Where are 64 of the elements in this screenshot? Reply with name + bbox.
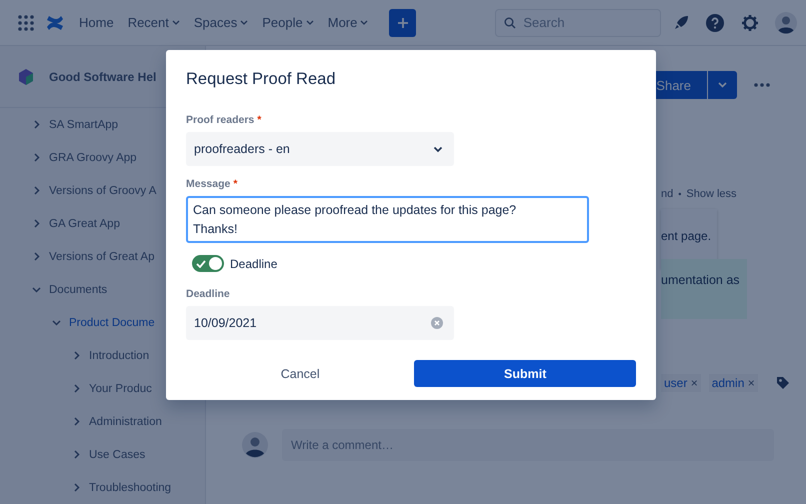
space-logo-icon xyxy=(18,68,34,86)
search-icon xyxy=(504,16,516,28)
submit-button[interactable]: Submit xyxy=(414,360,636,387)
sidebar-item[interactable]: Administration xyxy=(0,405,205,438)
user-avatar[interactable] xyxy=(775,12,798,34)
sidebar-item[interactable]: Troubleshooting xyxy=(0,471,205,504)
more-icon[interactable] xyxy=(754,83,770,87)
chevron-right-icon[interactable] xyxy=(32,252,41,261)
settings-icon[interactable] xyxy=(741,14,760,32)
chevron-right-icon[interactable] xyxy=(32,186,41,195)
nav-menu-item[interactable]: Recent xyxy=(128,15,180,30)
chevron-right-icon[interactable] xyxy=(72,384,81,393)
check-icon xyxy=(196,260,206,268)
create-button[interactable] xyxy=(389,8,416,36)
nav-menu-item[interactable]: Spaces xyxy=(194,15,248,30)
chevron-down-icon xyxy=(718,82,727,88)
byline-text: nd xyxy=(661,188,674,201)
dialog-title: Request Proof Read xyxy=(186,70,337,90)
panel-text: ent page. xyxy=(661,229,712,243)
required-mark: * xyxy=(257,114,262,127)
chevron-right-icon[interactable] xyxy=(32,219,41,228)
space-title[interactable]: Good Software Hel xyxy=(49,70,156,84)
field-label: Proof readers xyxy=(186,114,254,127)
share-menu-button[interactable] xyxy=(708,71,737,99)
clear-icon[interactable] xyxy=(431,317,443,329)
search-field[interactable]: Search xyxy=(495,8,662,36)
info-text: umentation as xyxy=(661,273,740,287)
sidebar-item[interactable]: Use Cases xyxy=(0,438,205,471)
chevron-right-icon[interactable] xyxy=(72,483,81,492)
required-mark: * xyxy=(233,178,238,191)
field-label: Message xyxy=(186,178,230,191)
chevron-down-icon xyxy=(306,20,314,26)
toggle-label: Deadline xyxy=(230,256,278,270)
show-less-link[interactable]: Show less xyxy=(686,188,737,201)
chevron-right-icon[interactable] xyxy=(72,417,81,426)
chevron-down-icon xyxy=(240,20,248,26)
user-avatar xyxy=(242,432,268,458)
chevron-down-icon xyxy=(360,20,368,26)
chevron-down-icon xyxy=(433,146,443,152)
chevron-down-icon[interactable] xyxy=(32,285,41,294)
label-tag[interactable]: admin × xyxy=(708,374,758,392)
nav-menu-item[interactable]: More xyxy=(328,15,368,30)
tag-icon[interactable] xyxy=(776,376,790,390)
chevron-right-icon[interactable] xyxy=(72,450,81,459)
help-icon[interactable] xyxy=(705,12,726,32)
separator-dot: • xyxy=(678,188,682,201)
chevron-down-icon[interactable] xyxy=(52,318,61,327)
nav-menu-item[interactable]: People xyxy=(262,15,314,30)
app-grid-icon[interactable] xyxy=(18,14,34,30)
field-label: Deadline xyxy=(186,288,230,301)
chevron-right-icon[interactable] xyxy=(32,120,41,129)
nav-menu-item[interactable]: Home xyxy=(79,15,114,30)
date-field[interactable]: 10/09/2021 xyxy=(186,306,454,340)
select-field[interactable]: proofreaders - en xyxy=(186,132,454,166)
toggle-switch[interactable] xyxy=(192,255,224,272)
label-tag[interactable]: user × xyxy=(661,374,701,392)
chevron-right-icon[interactable] xyxy=(72,351,81,360)
chevron-down-icon xyxy=(172,20,180,26)
comment-field[interactable]: Write a comment… xyxy=(282,429,774,461)
message-field[interactable]: Can someone please proofread the updates for this page? Thanks! xyxy=(186,196,589,243)
plus-icon xyxy=(396,16,409,28)
logo-icon[interactable] xyxy=(46,14,64,32)
sidebar-item[interactable]: Versions of Great Ap xyxy=(0,240,205,273)
chevron-right-icon[interactable] xyxy=(32,153,41,162)
